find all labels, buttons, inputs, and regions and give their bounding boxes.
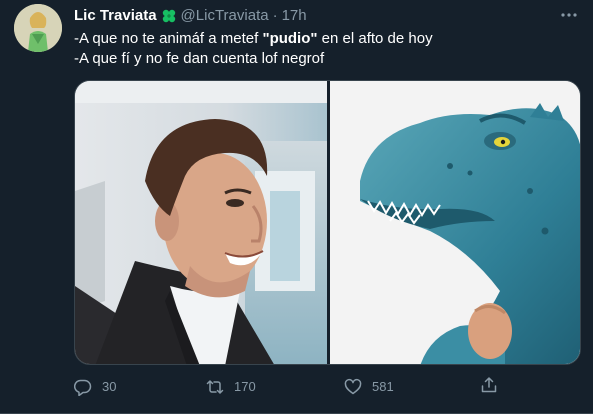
avatar[interactable]	[14, 4, 62, 52]
four-leaf-clover-icon	[161, 8, 177, 24]
share-icon	[481, 377, 497, 393]
media-grid[interactable]	[74, 80, 581, 365]
like-button[interactable]: 581	[344, 376, 394, 398]
tweet-text-segment: -A que no te animáf a metef	[74, 30, 263, 47]
tweet-text-line-2: -A que fí y no fe dan cuenta lof negrof	[74, 50, 325, 67]
retweet-button[interactable]: 170	[206, 376, 256, 398]
user-handle[interactable]: @LicTraviata	[181, 7, 269, 25]
photo-dinosaur[interactable]	[330, 81, 580, 364]
heart-icon	[344, 378, 362, 395]
like-count: 581	[372, 379, 394, 394]
tweet[interactable]: Lic Traviata @LicTraviata · 17h -A que n…	[0, 0, 593, 414]
share-button[interactable]	[480, 376, 498, 394]
display-name[interactable]: Lic Traviata	[74, 7, 157, 25]
reply-button[interactable]: 30	[74, 376, 116, 398]
tweet-header: Lic Traviata @LicTraviata · 17h	[74, 7, 307, 25]
photo-man[interactable]	[75, 81, 327, 364]
reply-icon	[74, 379, 92, 396]
separator-dot: ·	[272, 7, 278, 24]
more-horizontal-icon[interactable]	[557, 6, 581, 24]
tweet-text-segment: en el afto de hoy	[317, 30, 433, 47]
tweet-text-line-1: -A que no te animáf a metef "pudio" en e…	[74, 29, 433, 49]
tweet-text-bold: "pudio"	[262, 30, 318, 47]
tweet-text: -A que no te animáf a metef "pudio" en e…	[74, 29, 433, 69]
reply-count: 30	[102, 379, 117, 394]
timestamp[interactable]: 17h	[282, 7, 307, 25]
retweet-count: 170	[234, 379, 256, 394]
retweet-icon	[206, 380, 224, 394]
tweet-actions: 30 170 581	[74, 376, 504, 398]
